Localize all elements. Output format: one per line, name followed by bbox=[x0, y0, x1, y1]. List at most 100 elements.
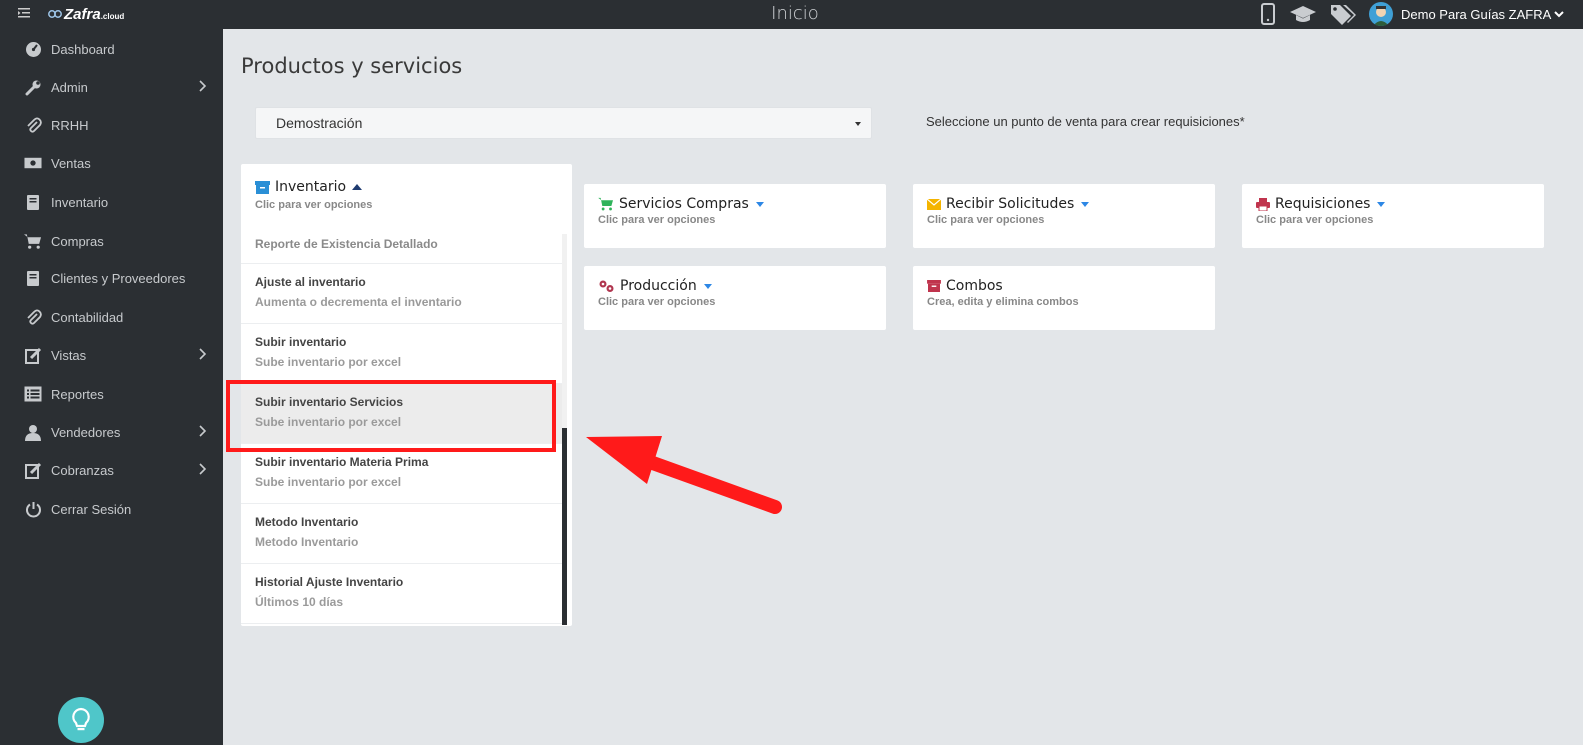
sidebar-item-label: Inventario bbox=[51, 194, 109, 210]
sidebar-item-label: Cobranzas bbox=[51, 462, 114, 478]
chevron-right-icon bbox=[199, 80, 207, 92]
card-servicios-compras[interactable]: Servicios Compras Clic para ver opciones bbox=[584, 184, 886, 248]
caret-down-icon bbox=[1377, 201, 1386, 207]
avatar bbox=[1369, 2, 1393, 26]
list-item-title: Reporte de Existencia Detallado bbox=[255, 237, 438, 251]
scrollbar-thumb[interactable] bbox=[562, 428, 567, 625]
card-title: Producción bbox=[620, 278, 697, 294]
inventario-title: Inventario bbox=[275, 179, 347, 195]
user-menu[interactable]: Demo Para Guías ZAFRA bbox=[1369, 2, 1564, 26]
sidebar-item-label: Admin bbox=[51, 79, 88, 95]
card-subtitle: Clic para ver opciones bbox=[927, 214, 1045, 226]
card-title: Recibir Solicitudes bbox=[946, 196, 1075, 212]
card-subtitle: Clic para ver opciones bbox=[598, 296, 716, 308]
chevron-right-icon bbox=[199, 425, 207, 437]
list-item-subtitle: Últimos 10 días bbox=[255, 595, 344, 609]
sidebar-item-label: Clientes y Proveedores bbox=[51, 270, 186, 286]
sidebar-item-rrhh[interactable]: RRHH bbox=[0, 106, 223, 144]
archive-icon bbox=[255, 180, 270, 194]
inventario-header[interactable]: Inventario Clic para ver opciones bbox=[255, 179, 372, 211]
list-item-subtitle: Metodo Inventario bbox=[255, 535, 359, 549]
point-of-sale-value: Demostración bbox=[276, 115, 363, 131]
list-item[interactable]: Historial Ajuste Inventario Últimos 10 d… bbox=[241, 564, 562, 624]
sidebar-item-label: Reportes bbox=[51, 386, 104, 402]
book-icon bbox=[27, 194, 39, 210]
avatar-person-icon bbox=[1373, 6, 1389, 26]
sidebar-item-label: Ventas bbox=[51, 155, 91, 171]
list-item-subtitle: Aumenta o decrementa el inventario bbox=[255, 295, 462, 309]
sidebar-item-label: Contabilidad bbox=[51, 309, 124, 325]
caret-down-icon bbox=[755, 201, 764, 207]
book-icon bbox=[27, 270, 39, 286]
list-item-title: Subir inventario Materia Prima bbox=[255, 455, 429, 469]
cart-icon bbox=[24, 233, 42, 249]
sidebar-item-clientes-proveedores[interactable]: Clientes y Proveedores bbox=[0, 259, 223, 297]
list-item-title: Ajuste al inventario bbox=[255, 275, 366, 289]
card-subtitle: Crea, edita y elimina combos bbox=[927, 296, 1079, 308]
help-button[interactable] bbox=[58, 697, 104, 743]
sidebar: Dashboard Admin RRHH Ventas Inventario C… bbox=[0, 29, 223, 745]
wrench-icon bbox=[25, 80, 40, 95]
sidebar-item-label: Cerrar Sesión bbox=[51, 501, 132, 517]
sidebar-item-vistas[interactable]: Vistas bbox=[0, 336, 223, 374]
mobile-icon[interactable] bbox=[1259, 3, 1277, 25]
caret-down-icon bbox=[703, 283, 712, 289]
list-item-title: Subir inventario bbox=[255, 335, 347, 349]
graduation-cap-icon[interactable] bbox=[1289, 3, 1317, 25]
page-title: Productos y servicios bbox=[241, 54, 463, 78]
card-title: Servicios Compras bbox=[619, 196, 749, 212]
sidebar-item-dashboard[interactable]: Dashboard bbox=[0, 30, 223, 68]
user-icon bbox=[25, 424, 41, 441]
select-hint: Seleccione un punto de venta para crear … bbox=[926, 114, 1245, 129]
printer-icon bbox=[1256, 197, 1270, 211]
card-title: Combos bbox=[946, 278, 1003, 294]
top-bar: Zafra .cloud Inicio Demo Para Guías ZAFR… bbox=[0, 0, 1583, 29]
sidebar-item-cerrar-sesion[interactable]: Cerrar Sesión bbox=[0, 490, 223, 528]
lightbulb-icon bbox=[72, 707, 90, 731]
list-item-title: Metodo Inventario bbox=[255, 515, 359, 529]
edit-icon bbox=[24, 462, 41, 479]
inventario-subtitle: Clic para ver opciones bbox=[255, 199, 373, 211]
money-icon bbox=[24, 157, 42, 169]
card-produccion[interactable]: Producción Clic para ver opciones bbox=[584, 266, 886, 330]
card-combos[interactable]: Combos Crea, edita y elimina combos bbox=[913, 266, 1215, 330]
edit-icon bbox=[24, 347, 41, 364]
card-subtitle: Clic para ver opciones bbox=[1256, 214, 1374, 226]
card-requisiciones[interactable]: Requisiciones Clic para ver opciones bbox=[1242, 184, 1544, 248]
power-icon bbox=[25, 501, 41, 517]
caret-up-icon bbox=[352, 184, 363, 190]
sidebar-item-vendedores[interactable]: Vendedores bbox=[0, 413, 223, 451]
gears-icon bbox=[599, 280, 614, 292]
chevron-right-icon bbox=[199, 463, 207, 475]
card-recibir-solicitudes[interactable]: Recibir Solicitudes Clic para ver opcion… bbox=[913, 184, 1215, 248]
chevron-right-icon bbox=[199, 348, 207, 360]
caret-down-icon bbox=[1081, 201, 1090, 207]
list-item[interactable]: Metodo Inventario Metodo Inventario bbox=[241, 504, 562, 564]
cart-icon bbox=[598, 197, 613, 211]
list-icon bbox=[24, 386, 42, 402]
sidebar-item-admin[interactable]: Admin bbox=[0, 68, 223, 106]
tags-icon[interactable] bbox=[1329, 3, 1357, 25]
list-item[interactable]: Subir inventario Sube inventario por exc… bbox=[241, 324, 562, 384]
user-name: Demo Para Guías ZAFRA bbox=[1401, 6, 1552, 22]
sidebar-item-compras[interactable]: Compras bbox=[0, 222, 223, 260]
dashboard-icon bbox=[25, 41, 41, 57]
archive-icon bbox=[927, 280, 941, 292]
list-item[interactable]: Reporte de Existencia Detallado bbox=[241, 234, 562, 264]
sidebar-item-reportes[interactable]: Reportes bbox=[0, 375, 223, 413]
sidebar-item-label: RRHH bbox=[51, 117, 89, 133]
chevron-down-icon[interactable] bbox=[1554, 10, 1564, 18]
sidebar-item-label: Dashboard bbox=[51, 41, 115, 57]
highlight-box bbox=[226, 380, 556, 452]
list-item-subtitle: Sube inventario por excel bbox=[255, 355, 402, 369]
caret-down-icon bbox=[855, 122, 861, 126]
card-title: Requisiciones bbox=[1275, 196, 1371, 212]
list-item[interactable]: Ajuste al inventario Aumenta o decrement… bbox=[241, 264, 562, 324]
sidebar-item-contabilidad[interactable]: Contabilidad bbox=[0, 298, 223, 336]
sidebar-item-label: Vendedores bbox=[51, 424, 121, 440]
sidebar-item-ventas[interactable]: Ventas bbox=[0, 144, 223, 182]
sidebar-item-inventario[interactable]: Inventario bbox=[0, 183, 223, 221]
sidebar-item-cobranzas[interactable]: Cobranzas bbox=[0, 451, 223, 489]
point-of-sale-select[interactable]: Demostración bbox=[255, 107, 872, 139]
list-item[interactable]: Subir inventario Materia Prima Sube inve… bbox=[241, 444, 562, 504]
